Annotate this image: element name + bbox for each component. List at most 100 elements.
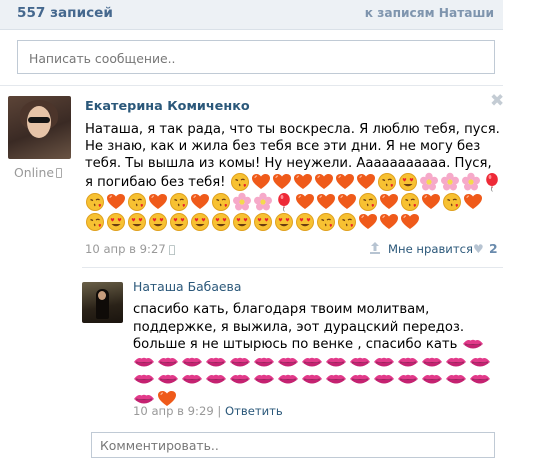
kiss-lips-icon (158, 357, 178, 366)
balloon-emoji-icon (485, 173, 498, 192)
kiss-lips-icon (350, 374, 370, 384)
reply-text-block: спасибо кать, благодаря твоим молитвам, … (133, 301, 505, 409)
share-icon[interactable] (369, 241, 381, 255)
close-icon[interactable]: ✖ (490, 93, 504, 110)
kiss-face-emoji-icon (377, 173, 396, 191)
blossom-emoji-icon (440, 172, 459, 191)
kiss-lips-icon (134, 374, 154, 384)
heart-emoji-icon (401, 214, 419, 229)
heart-emoji-icon (107, 194, 125, 209)
kiss-face-emoji-icon (86, 193, 104, 211)
online-label: Online (14, 165, 54, 180)
divider (0, 85, 503, 86)
kiss-lips-icon (278, 357, 298, 366)
meta-separator: | (217, 404, 222, 418)
kiss-lips-icon (374, 357, 394, 366)
kiss-lips-icon (254, 374, 274, 384)
kiss-lips-icon (462, 339, 483, 349)
kiss-lips-icon (446, 374, 466, 384)
heart-eyes-emoji-icon (398, 173, 417, 191)
kiss-face-emoji-icon (86, 213, 104, 231)
blossom-emoji-icon (254, 192, 272, 211)
kiss-face-emoji-icon (317, 213, 335, 231)
kiss-lips-icon (326, 374, 346, 384)
heart-emoji-icon (464, 194, 482, 209)
reply-avatar[interactable] (82, 282, 123, 323)
reply-text: спасибо кать, благодаря твоим молитвам, … (133, 302, 465, 352)
wall-header: 557 записей к записям Наташи (0, 0, 503, 30)
reply-date[interactable]: 10 апр в 9:29 (133, 404, 214, 418)
blossom-emoji-icon (419, 172, 438, 191)
kiss-lips-icon (470, 374, 490, 384)
kiss-lips-icon (158, 374, 178, 384)
heart-icon[interactable]: ♥ (473, 242, 484, 256)
heart-eyes-emoji-icon (128, 213, 146, 231)
reply-button[interactable]: Ответить (225, 404, 283, 418)
kiss-lips-icon (398, 357, 418, 366)
heart-emoji-icon (380, 194, 398, 209)
compose-message-field[interactable]: Написать сообщение.. (17, 40, 495, 74)
like-count: 2 (489, 241, 498, 256)
kiss-face-emoji-icon (359, 193, 377, 211)
heart-emoji-icon (272, 174, 291, 189)
post-author[interactable]: Екатерина Комиченко (85, 99, 250, 114)
kiss-face-emoji-icon (338, 213, 356, 231)
kiss-lips-icon (422, 374, 442, 384)
kiss-face-emoji-icon (170, 193, 188, 211)
mobile-phone-icon (55, 168, 62, 178)
kiss-lips-icon (302, 374, 322, 384)
kiss-lips-icon (254, 357, 274, 366)
heart-eyes-emoji-icon (107, 213, 125, 231)
kiss-lips-icon (182, 374, 202, 384)
kiss-face-emoji-icon (128, 193, 146, 211)
avatar[interactable] (8, 96, 71, 159)
kiss-lips-icon (230, 357, 250, 366)
heart-emoji-icon (191, 194, 209, 209)
heart-eyes-emoji-icon (149, 213, 167, 231)
heart-eyes-emoji-icon (191, 213, 209, 231)
like-button[interactable]: Мне нравится (388, 242, 473, 256)
kiss-lips-icon (278, 374, 298, 384)
kiss-lips-icon (398, 374, 418, 384)
heart-eyes-emoji-icon (170, 213, 188, 231)
heart-emoji-icon (293, 174, 312, 189)
heart-eyes-emoji-icon (275, 213, 293, 231)
heart-eyes-emoji-icon (233, 213, 251, 231)
back-to-posts-link[interactable]: к записям Наташи (365, 6, 494, 20)
kiss-lips-icon (422, 357, 442, 366)
heart-emoji-icon (314, 174, 333, 189)
comment-input[interactable]: Комментировать.. (91, 432, 495, 458)
reply-author[interactable]: Наташа Бабаева (133, 279, 241, 294)
divider (82, 267, 503, 268)
heart-emoji-icon (317, 194, 335, 209)
heart-emoji-icon (338, 194, 356, 209)
heart-emoji-icon (380, 214, 398, 229)
kiss-face-emoji-icon (212, 193, 230, 211)
kiss-lips-icon (374, 374, 394, 384)
kiss-lips-icon (470, 357, 490, 366)
apple-icon:  (169, 243, 176, 256)
online-status: Online (14, 165, 62, 180)
post-text-block: Наташа, я так рада, что ты воскресла. Я … (85, 121, 503, 232)
reply-meta: 10 апр в 9:29 | Ответить (133, 404, 283, 418)
heart-eyes-emoji-icon (254, 213, 272, 231)
kiss-lips-icon (302, 357, 322, 366)
heart-eyes-emoji-icon (212, 213, 230, 231)
kiss-face-emoji-icon (443, 193, 461, 211)
heart-emoji-icon (251, 174, 270, 189)
heart-emoji-icon (149, 194, 167, 209)
kiss-lips-icon (446, 357, 466, 366)
kiss-lips-icon (230, 374, 250, 384)
heart-eyes-emoji-icon (296, 213, 314, 231)
kiss-lips-icon (206, 374, 226, 384)
kiss-lips-icon (134, 357, 154, 366)
blossom-emoji-icon (233, 192, 251, 211)
blossom-emoji-icon (461, 172, 480, 191)
kiss-lips-icon (350, 357, 370, 366)
kiss-lips-icon (206, 357, 226, 366)
kiss-face-emoji-icon (401, 193, 419, 211)
heart-emoji-icon (335, 174, 354, 189)
kiss-face-emoji-icon (230, 173, 249, 191)
post-date[interactable]: 10 апр в 9:27 (85, 242, 166, 256)
kiss-lips-icon (326, 357, 346, 366)
